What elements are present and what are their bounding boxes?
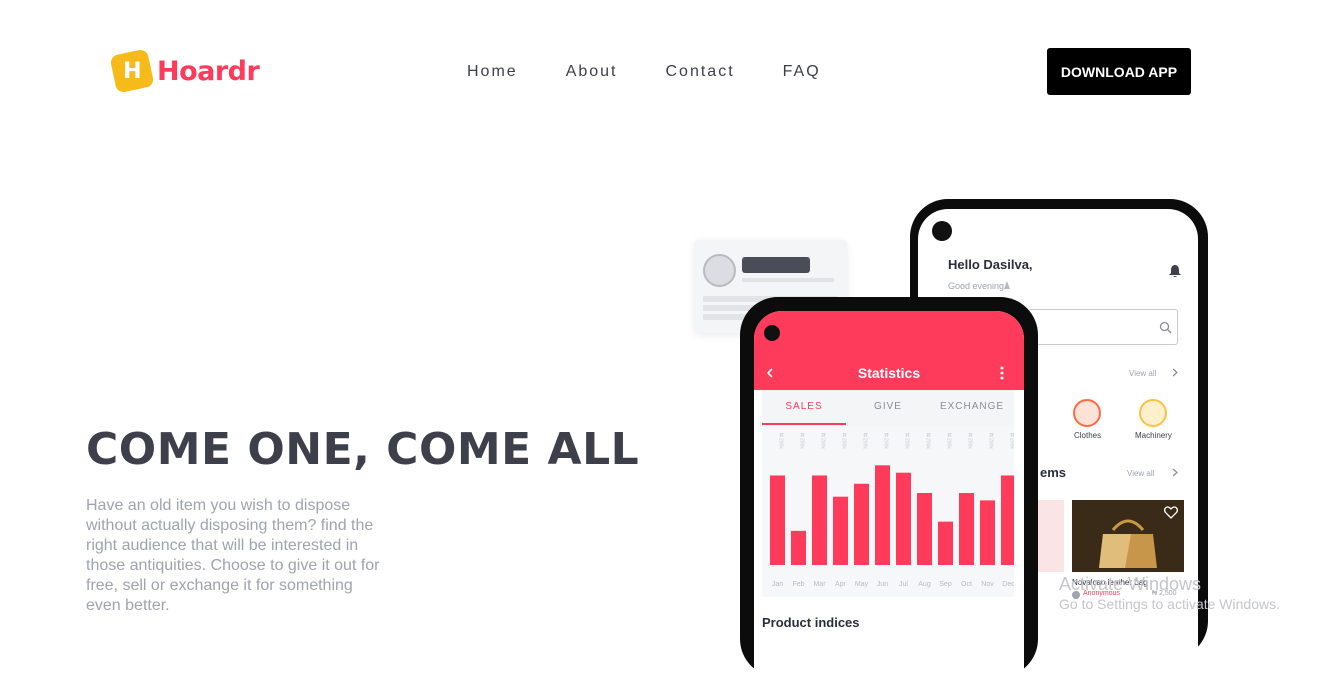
chevron-right-icon [1172,368,1178,377]
bar-top-label: ₦ 200k [799,433,805,449]
bar-may [854,483,869,565]
watermark-line-2: Go to Settings to activate Windows. [1059,596,1280,612]
tab-sales[interactable]: SALES [762,390,846,425]
items-heading: ems [1040,465,1067,480]
bar-top-label: ₦ 200k [883,433,889,449]
x-tick-label: Apr [835,581,847,588]
view-all-items[interactable]: View all [1127,469,1154,478]
bar-dec [1001,475,1016,565]
x-tick-label: Nov [981,581,994,588]
x-tick-label: Mar [813,581,826,588]
nav-home[interactable]: Home [467,63,518,81]
bar-oct [959,493,974,565]
bar-top-label: ₦ 200k [1009,433,1015,449]
x-tick-label: Feb [792,581,804,588]
statistics-header: Statistics [754,311,1024,390]
statistics-screen: Statistics SALES GIVE EXCHANGE Jan ₦ 200k… [754,311,1024,677]
bar-jun [875,465,890,565]
bar-aug [917,493,932,565]
bar-top-label: ₦ 200k [904,433,910,449]
placeholder-line [742,278,834,282]
avatar [703,254,736,287]
x-tick-label: Oct [961,581,972,588]
statistics-title: Statistics [857,365,921,381]
x-tick-label: May [855,581,869,588]
chevron-right-icon [1172,468,1178,477]
bar-jan [770,475,785,565]
bar-top-label: ₦ 200k [988,433,994,449]
bar-top-label: ₦ 200k [841,433,847,449]
category-clothes[interactable]: Clothes [1074,431,1101,440]
bar-sep [938,521,953,565]
bar-top-label: ₦ 200k [778,433,784,449]
download-app-button[interactable]: DOWNLOAD APP [1047,48,1191,95]
bar-top-label: ₦ 200k [967,433,973,449]
handbag-image [1099,519,1157,568]
placeholder-title [742,257,810,273]
bar-top-label: ₦ 200k [946,433,952,449]
bar-jul [896,472,911,565]
subgreeting: Good evening [948,281,1005,291]
logo-text: Hoardr [157,55,260,87]
x-tick-label: Sep [939,581,952,588]
view-all-categories[interactable]: View all [1129,369,1156,378]
bar-top-label: ₦ 200k [925,433,931,449]
clothes-category-icon[interactable] [1073,399,1101,427]
greeting: Hello Dasilva, [948,257,1033,272]
camera-icon [764,325,780,341]
main-nav: Home About Contact FAQ [467,63,821,81]
logo-badge-letter: H [122,58,142,84]
sales-bar-chart: Jan ₦ 200k Feb ₦ 200k Mar ₦ 200k Apr ₦ 200k May ₦… [770,433,1016,588]
logo[interactable]: H Hoardr [109,48,260,94]
bar-top-label: ₦ 200k [820,433,826,449]
bar-apr [833,496,848,565]
product-image[interactable] [1072,500,1184,572]
category-machinery[interactable]: Machinery [1135,431,1172,440]
x-tick-label: Aug [918,581,931,588]
search-icon[interactable] [1159,321,1172,334]
windows-watermark: Activate Windows Go to Settings to activ… [1059,574,1280,614]
more-icon[interactable] [1000,366,1004,380]
nav-contact[interactable]: Contact [666,63,735,81]
bar-feb [791,530,806,565]
x-tick-label: Jun [877,581,888,588]
x-tick-label: Jul [899,581,908,588]
phone-mockup-front: Statistics SALES GIVE EXCHANGE Jan ₦ 200k… [740,297,1038,677]
tab-give[interactable]: GIVE [846,390,930,425]
tab-exchange[interactable]: EXCHANGE [930,390,1014,425]
heart-icon[interactable] [1164,506,1178,519]
sales-chart-area: Jan ₦ 200k Feb ₦ 200k Mar ₦ 200k Apr ₦ 200k May ₦… [762,425,1016,597]
hero-title: COME ONE, COME ALL [86,424,640,475]
bar-nov [980,500,995,565]
camera-icon [932,221,952,241]
nav-about[interactable]: About [566,63,618,81]
bell-icon[interactable] [1168,264,1182,278]
machinery-category-icon[interactable] [1139,399,1167,427]
product-indices-heading: Product indices [762,615,860,630]
statistics-tabs: SALES GIVE EXCHANGE [762,390,1014,425]
nav-faq[interactable]: FAQ [783,63,821,81]
watermark-line-1: Activate Windows [1059,574,1202,594]
logo-badge-icon: H [109,48,155,94]
hero-description: Have an old item you wish to dispose wit… [86,497,380,614]
bar-mar [812,475,827,565]
bar-top-label: ₦ 200k [862,433,868,449]
moon-icon [1004,281,1010,289]
x-tick-label: Dec [1002,581,1014,588]
x-tick-label: Jan [772,581,783,588]
search-input[interactable] [1028,309,1178,345]
